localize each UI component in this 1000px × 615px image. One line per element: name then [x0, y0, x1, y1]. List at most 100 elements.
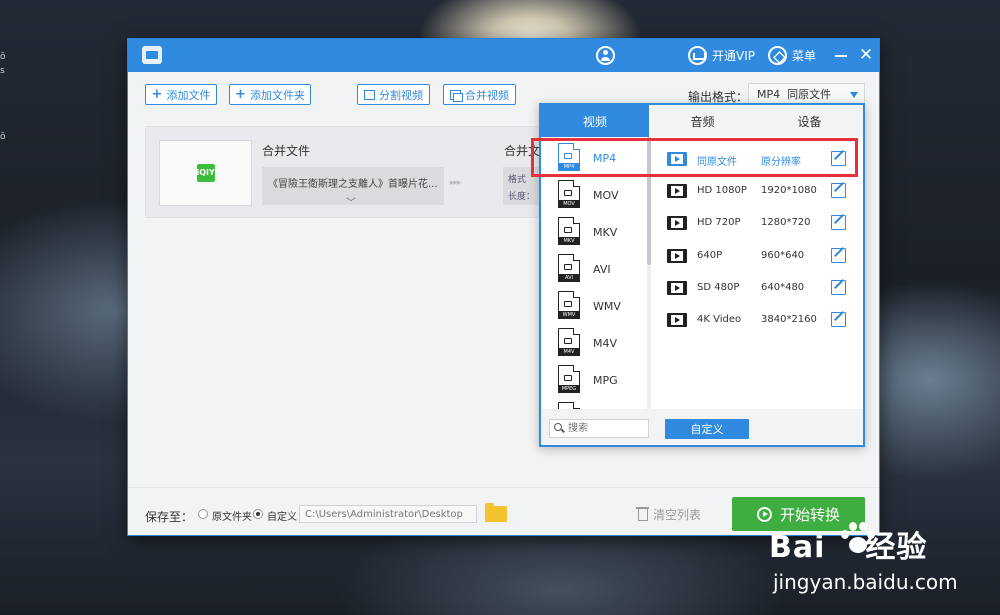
menu-button[interactable]: 菜单 — [768, 45, 816, 66]
resolution-item-original[interactable]: 同原文件 原分辨率 — [651, 143, 863, 175]
trash-icon — [636, 506, 649, 521]
desktop-edge-glyph: ō — [0, 52, 6, 62]
search-icon — [554, 423, 562, 431]
video-file-icon: MPEG — [558, 365, 580, 393]
save-path-input[interactable] — [299, 505, 477, 523]
edit-icon[interactable] — [831, 312, 846, 327]
format-item-mkv[interactable]: MKV MKV — [541, 214, 648, 251]
resolution-name: 同原文件 — [697, 157, 737, 168]
tab-video[interactable]: 视频 — [541, 105, 649, 137]
save-to-label: 保存至： — [145, 510, 194, 524]
user-avatar-icon[interactable] — [596, 46, 615, 65]
merge-video-label: 合并视频 — [465, 88, 509, 102]
video-file-icon: M4V — [558, 328, 580, 356]
resolution-size: 1920*1080 — [761, 185, 817, 196]
menu-label: 菜单 — [792, 49, 817, 63]
close-button[interactable]: ✕ — [858, 47, 874, 64]
resolution-item-1080p[interactable]: HD 1080P 1920*1080 — [651, 175, 863, 207]
custom-format-button[interactable]: 自定义 — [665, 419, 749, 439]
watermark-site: jingyan.baidu.com — [773, 570, 958, 594]
film-icon — [667, 313, 687, 327]
split-video-button[interactable]: 分割视频 — [357, 84, 430, 105]
video-file-icon: MOV — [558, 180, 580, 208]
baidu-jingyan-watermark: Bai 经验 jingyan.baidu.com — [765, 520, 995, 610]
add-folder-button[interactable]: + 添加文件夹 — [229, 84, 311, 105]
paw-logo-icon — [837, 520, 877, 560]
original-folder-radio[interactable] — [198, 509, 208, 519]
format-label: WMV — [593, 300, 621, 313]
split-icon — [364, 89, 375, 100]
edit-icon[interactable] — [831, 280, 846, 295]
plus-icon: + — [235, 87, 246, 102]
clip-list[interactable]: 《冒險王衛斯理之支離人》首曝片花... ﹀ — [262, 167, 444, 209]
tab-device[interactable]: 设备 — [756, 105, 863, 137]
film-icon — [667, 249, 687, 263]
resolution-item-4k[interactable]: 4K Video 3840*2160 — [651, 304, 863, 336]
file-list-item[interactable]: iQIY 合并文件 《冒險王衛斯理之支離人》首曝片花... ﹀ ▸▸▸ 合并文 … — [145, 126, 545, 218]
resolution-size: 1280*720 — [761, 217, 811, 228]
edit-icon[interactable] — [831, 248, 846, 263]
format-panel-footer: 自定义 — [541, 409, 863, 445]
film-icon — [667, 216, 687, 230]
add-file-label: 添加文件 — [166, 88, 211, 102]
resolution-size: 640*480 — [761, 282, 805, 293]
format-tabs: 视频 音频 设备 — [541, 105, 863, 137]
folder-icon[interactable] — [485, 503, 507, 522]
format-item-mp4[interactable]: MP4 MP4 — [541, 140, 648, 177]
format-search-input[interactable] — [549, 419, 649, 438]
edit-icon[interactable] — [831, 183, 846, 198]
format-label: MKV — [593, 226, 618, 239]
plus-icon: + — [151, 87, 163, 102]
custom-folder-radio[interactable] — [253, 509, 263, 519]
resolution-size: 3840*2160 — [761, 314, 817, 325]
add-folder-label: 添加文件夹 — [249, 88, 305, 102]
app-logo-icon — [142, 46, 162, 64]
video-file-icon — [558, 402, 580, 409]
resolution-name: 4K Video — [697, 314, 742, 325]
merge-video-button[interactable]: 合并视频 — [443, 84, 516, 105]
desktop-edge-glyph: s — [0, 66, 5, 76]
tab-audio[interactable]: 音频 — [649, 105, 756, 137]
format-item-avi[interactable]: AVI AVI — [541, 251, 648, 288]
format-item-m4v[interactable]: M4V M4V — [541, 325, 648, 362]
edit-icon[interactable] — [831, 151, 846, 166]
output-length-info: 长度： — [508, 192, 536, 202]
format-item-mpg[interactable]: MPEG MPG — [541, 362, 648, 399]
video-file-icon: MKV — [558, 217, 580, 245]
output-format-value: MP4 同原文件 — [757, 88, 832, 101]
resolution-item-640p[interactable]: 640P 960*640 — [651, 240, 863, 272]
arrow-right-icon: ▸▸▸ — [450, 178, 462, 188]
resolution-name: 640P — [697, 250, 723, 261]
format-list: MP4 MP4 MOV MOV MKV MKV AVI AVI WMV WMV … — [541, 137, 649, 409]
resolution-item-480p[interactable]: SD 480P 640*480 — [651, 272, 863, 304]
open-vip-label: 开通VIP — [712, 49, 755, 63]
clear-list-button[interactable]: 清空列表 — [636, 506, 702, 523]
split-video-label: 分割视频 — [379, 88, 423, 102]
format-item-wmv[interactable]: WMV WMV — [541, 288, 648, 325]
merge-file-title: 合并文件 — [262, 144, 311, 158]
merge-icon — [450, 89, 463, 102]
format-item-partial[interactable] — [541, 399, 648, 409]
resolution-item-720p[interactable]: HD 720P 1280*720 — [651, 207, 863, 239]
format-label: MP4 — [593, 152, 617, 165]
film-icon — [667, 281, 687, 295]
format-item-mov[interactable]: MOV MOV — [541, 177, 648, 214]
video-file-icon: MP4 — [558, 143, 580, 171]
format-label: M4V — [593, 337, 618, 350]
film-icon — [667, 184, 687, 198]
add-file-button[interactable]: + 添加文件 — [145, 84, 217, 105]
expand-chevron-icon[interactable]: ﹀ — [346, 194, 356, 209]
title-bar: 开通VIP 菜单 ✕ — [128, 39, 879, 72]
open-vip-button[interactable]: 开通VIP — [688, 45, 755, 66]
edit-icon[interactable] — [831, 215, 846, 230]
video-file-icon: AVI — [558, 254, 580, 282]
vip-icon — [688, 46, 707, 65]
clip-name: 《冒險王衛斯理之支離人》首曝片花... — [268, 179, 438, 190]
clear-list-label: 清空列表 — [653, 508, 702, 522]
minimize-button[interactable] — [835, 55, 847, 57]
original-folder-label: 原文件夹 — [212, 512, 252, 523]
output-format-select[interactable]: MP4 同原文件 — [748, 83, 865, 105]
format-label: AVI — [593, 263, 611, 276]
chevron-down-icon — [850, 92, 858, 98]
iqiyi-logo-icon: iQIY — [196, 164, 215, 182]
